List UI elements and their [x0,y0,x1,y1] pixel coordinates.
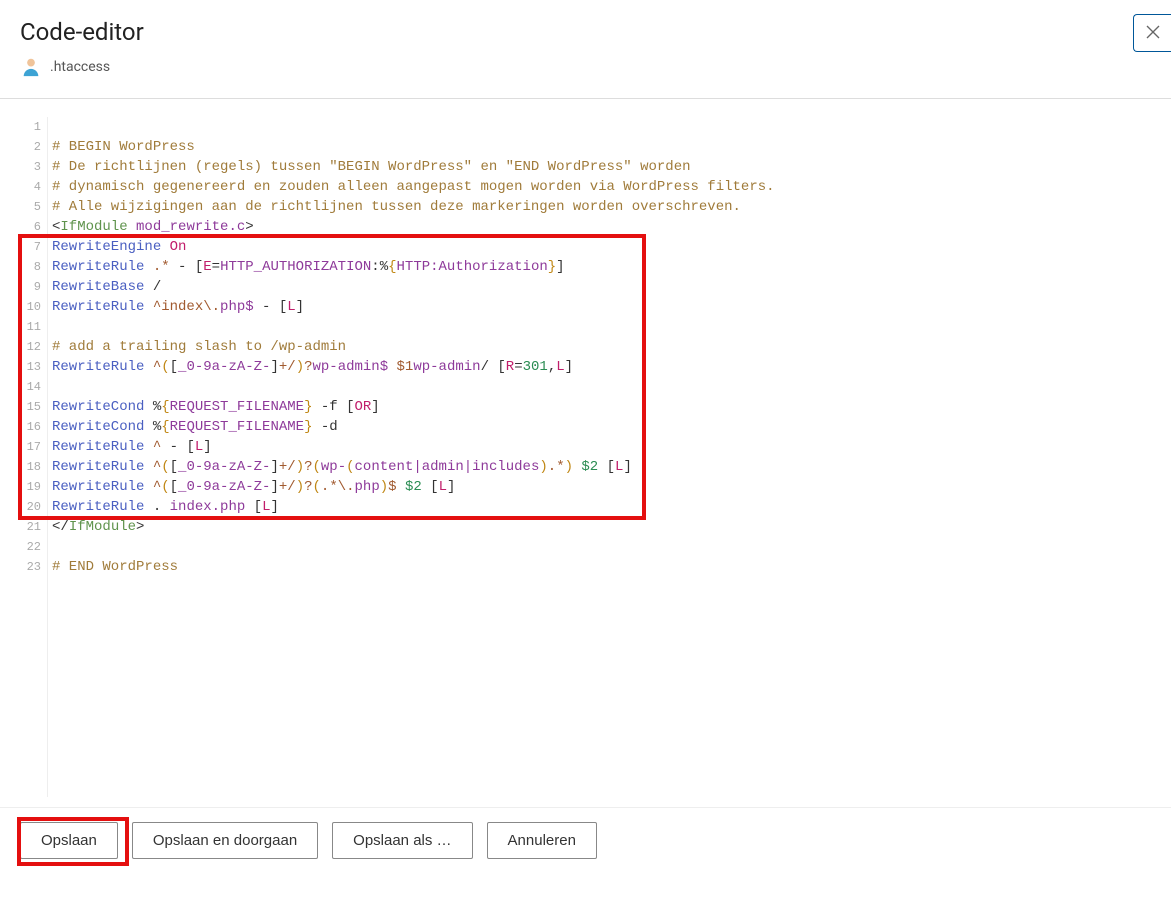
code-line[interactable]: RewriteBase / [52,277,1151,297]
line-number-gutter: 1234567891011121314151617181920212223 [20,117,48,797]
code-editor[interactable]: 1234567891011121314151617181920212223 # … [20,117,1151,797]
line-number: 10 [20,297,41,317]
line-number: 12 [20,337,41,357]
code-line[interactable]: RewriteRule . index.php [L] [52,497,1151,517]
filename-label: .htaccess [50,59,110,75]
code-line[interactable]: RewriteCond %{REQUEST_FILENAME} -d [52,417,1151,437]
code-line[interactable]: RewriteEngine On [52,237,1151,257]
code-line[interactable] [52,537,1151,557]
code-line[interactable]: RewriteRule ^index\.php$ - [L] [52,297,1151,317]
code-line[interactable]: # add a trailing slash to /wp-admin [52,337,1151,357]
line-number: 8 [20,257,41,277]
line-number: 15 [20,397,41,417]
line-number: 6 [20,217,41,237]
code-line[interactable]: RewriteRule ^ - [L] [52,437,1151,457]
code-line[interactable]: # END WordPress [52,557,1151,577]
line-number: 11 [20,317,41,337]
line-number: 4 [20,177,41,197]
line-number: 5 [20,197,41,217]
code-line[interactable]: </IfModule> [52,517,1151,537]
line-number: 22 [20,537,41,557]
code-line[interactable]: RewriteRule ^([_0-9a-zA-Z-]+/)?(wp-(cont… [52,457,1151,477]
line-number: 21 [20,517,41,537]
code-line[interactable]: # dynamisch gegenereerd en zouden alleen… [52,177,1151,197]
line-number: 2 [20,137,41,157]
line-number: 1 [20,117,41,137]
code-line[interactable]: # Alle wijzigingen aan de richtlijnen tu… [52,197,1151,217]
code-line[interactable]: RewriteRule ^([_0-9a-zA-Z-]+/)?(.*\.php)… [52,477,1151,497]
code-line[interactable]: # BEGIN WordPress [52,137,1151,157]
line-number: 16 [20,417,41,437]
line-number: 23 [20,557,41,577]
code-line[interactable]: <IfModule mod_rewrite.c> [52,217,1151,237]
line-number: 19 [20,477,41,497]
line-number: 14 [20,377,41,397]
line-number: 17 [20,437,41,457]
line-number: 20 [20,497,41,517]
line-number: 13 [20,357,41,377]
code-line[interactable] [52,117,1151,137]
code-line[interactable]: # De richtlijnen (regels) tussen "BEGIN … [52,157,1151,177]
code-line[interactable]: RewriteCond %{REQUEST_FILENAME} -f [OR] [52,397,1151,417]
line-number: 7 [20,237,41,257]
code-line[interactable] [52,317,1151,337]
page-title: Code-editor [20,18,1151,46]
line-number: 3 [20,157,41,177]
line-number: 9 [20,277,41,297]
code-line[interactable]: RewriteRule .* - [E=HTTP_AUTHORIZATION:%… [52,257,1151,277]
cancel-button[interactable]: Annuleren [487,822,597,859]
save-button[interactable]: Opslaan [20,822,118,859]
code-line[interactable] [52,377,1151,397]
user-icon [20,56,42,78]
close-icon [1146,24,1160,43]
close-button[interactable] [1133,14,1171,52]
save-continue-button[interactable]: Opslaan en doorgaan [132,822,318,859]
code-line[interactable]: RewriteRule ^([_0-9a-zA-Z-]+/)?wp-admin$… [52,357,1151,377]
save-as-button[interactable]: Opslaan als … [332,822,472,859]
line-number: 18 [20,457,41,477]
code-content[interactable]: # BEGIN WordPress# De richtlijnen (regel… [48,117,1151,797]
